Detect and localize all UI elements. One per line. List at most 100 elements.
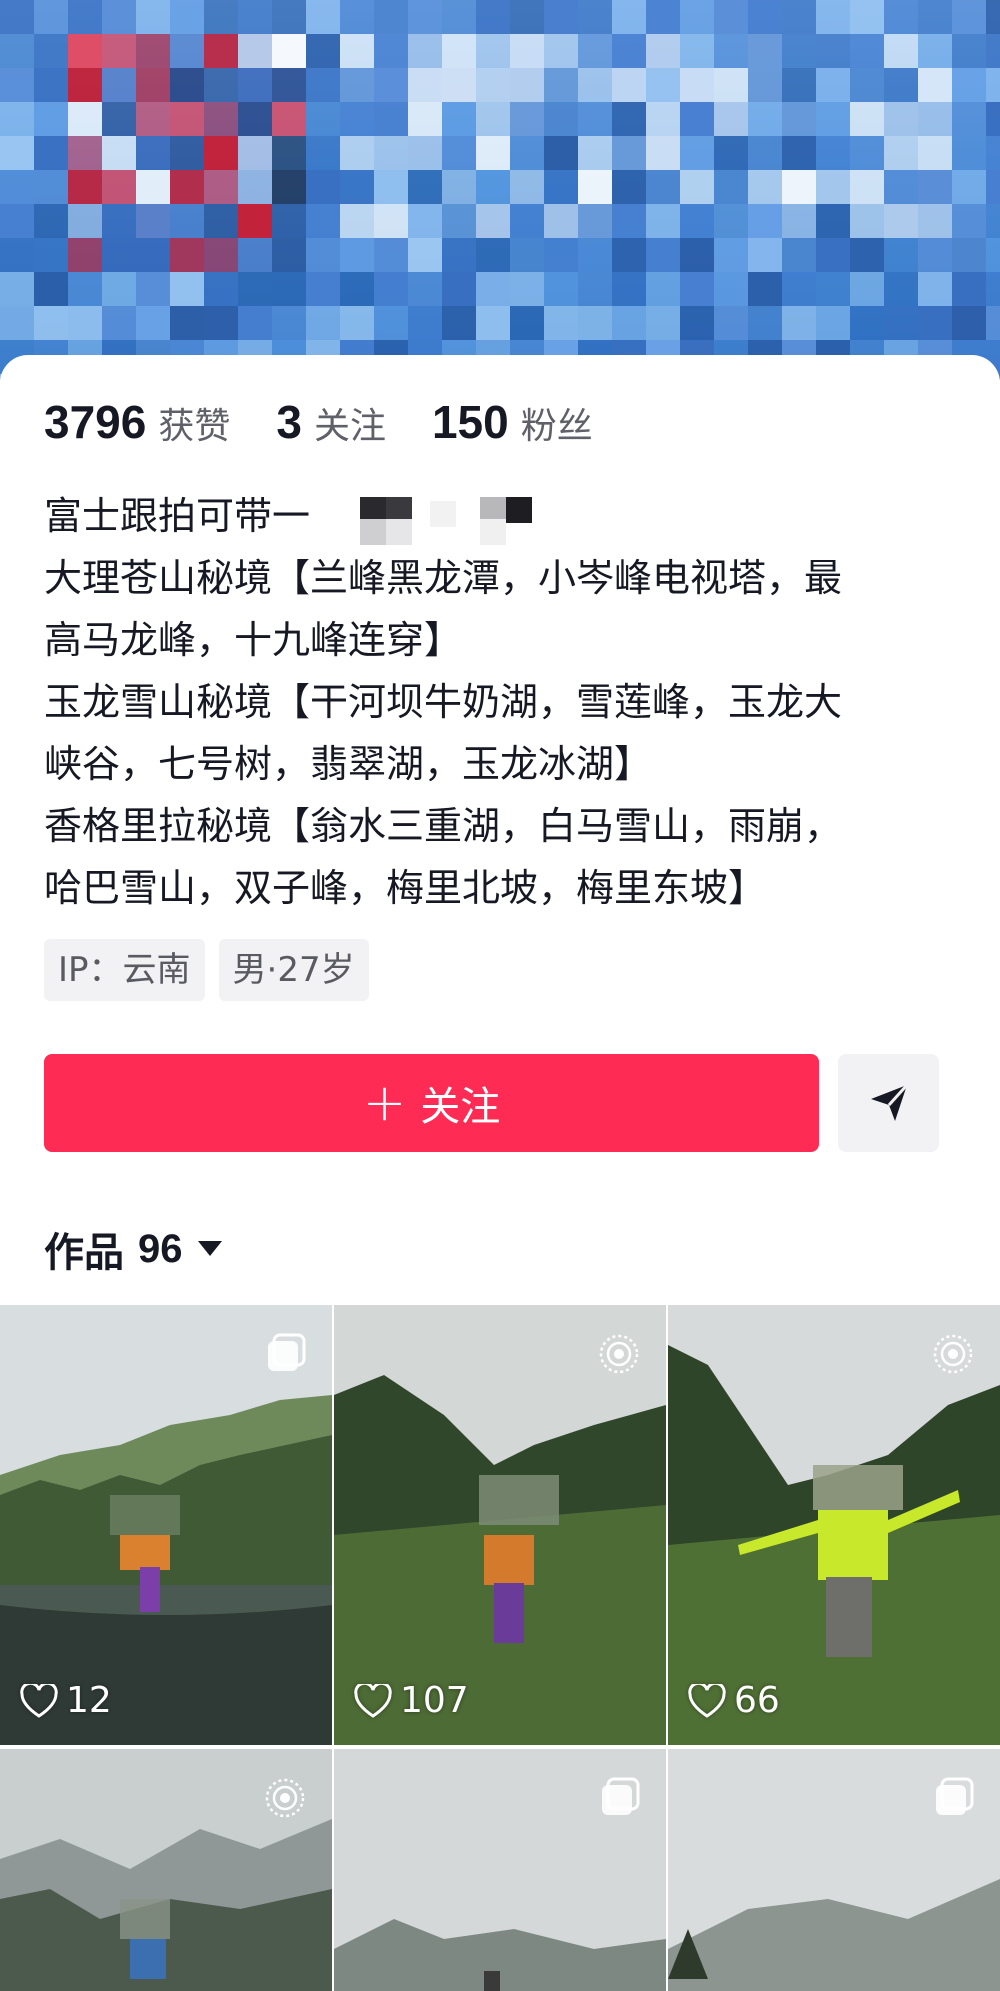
mosaic-pixel bbox=[34, 238, 68, 272]
mosaic-pixel bbox=[714, 306, 748, 340]
mosaic-pixel bbox=[204, 306, 238, 340]
mosaic-pixel bbox=[136, 68, 170, 102]
mosaic-pixel bbox=[170, 272, 204, 306]
mosaic-pixel bbox=[238, 136, 272, 170]
mosaic-pixel bbox=[850, 272, 884, 306]
mosaic-pixel bbox=[340, 170, 374, 204]
work-tile[interactable] bbox=[334, 1749, 666, 1991]
mosaic-pixel bbox=[612, 102, 646, 136]
mosaic-pixel bbox=[238, 102, 272, 136]
send-icon bbox=[870, 1083, 908, 1121]
mosaic-pixel bbox=[136, 102, 170, 136]
mosaic-pixel bbox=[204, 0, 238, 34]
mosaic-pixel bbox=[34, 0, 68, 34]
mosaic-pixel bbox=[578, 68, 612, 102]
mosaic-pixel bbox=[204, 238, 238, 272]
mosaic-pixel bbox=[442, 136, 476, 170]
work-tile[interactable]: 66 bbox=[668, 1305, 1000, 1745]
mosaic-pixel bbox=[0, 238, 34, 272]
mosaic-pixel bbox=[612, 34, 646, 68]
mosaic-pixel bbox=[408, 170, 442, 204]
mosaic-pixel bbox=[884, 68, 918, 102]
mosaic-pixel bbox=[816, 34, 850, 68]
mosaic-pixel bbox=[680, 136, 714, 170]
stat-following[interactable]: 3 关注 bbox=[276, 395, 386, 449]
mosaic-pixel bbox=[544, 272, 578, 306]
mosaic-pixel bbox=[782, 238, 816, 272]
mosaic-pixel bbox=[306, 272, 340, 306]
mosaic-pixel bbox=[612, 272, 646, 306]
mosaic-pixel bbox=[510, 34, 544, 68]
follow-button[interactable]: + 关注 bbox=[44, 1054, 819, 1152]
mosaic-pixel bbox=[102, 68, 136, 102]
mosaic-pixel bbox=[374, 136, 408, 170]
mosaic-pixel bbox=[646, 34, 680, 68]
mosaic-pixel bbox=[544, 68, 578, 102]
mosaic-pixel bbox=[918, 204, 952, 238]
work-tile[interactable] bbox=[0, 1749, 332, 1991]
profile-stats: 3796 获赞 3 关注 150 粉丝 bbox=[44, 395, 639, 449]
mosaic-pixel bbox=[238, 34, 272, 68]
like-count-value: 12 bbox=[66, 1680, 112, 1721]
mosaic-pixel bbox=[782, 204, 816, 238]
work-tile[interactable]: 12 bbox=[0, 1305, 332, 1745]
stat-likes[interactable]: 3796 获赞 bbox=[44, 395, 230, 449]
mosaic-pixel bbox=[884, 0, 918, 34]
mosaic-pixel bbox=[306, 0, 340, 34]
mosaic-pixel bbox=[578, 272, 612, 306]
mosaic-pixel bbox=[986, 0, 1000, 34]
mosaic-pixel bbox=[952, 170, 986, 204]
mosaic-pixel bbox=[884, 204, 918, 238]
mosaic-pixel bbox=[748, 204, 782, 238]
mosaic-pixel bbox=[204, 136, 238, 170]
mosaic-pixel bbox=[374, 272, 408, 306]
send-message-button[interactable] bbox=[838, 1054, 939, 1152]
mosaic-pixel bbox=[170, 68, 204, 102]
mosaic-pixel bbox=[680, 0, 714, 34]
multi-image-icon bbox=[602, 1777, 640, 1815]
works-tab[interactable]: 作品 96 bbox=[44, 1220, 223, 1278]
mosaic-pixel bbox=[986, 68, 1000, 102]
mosaic-pixel bbox=[782, 170, 816, 204]
heart-icon bbox=[354, 1683, 392, 1718]
mosaic-pixel bbox=[816, 306, 850, 340]
mosaic-pixel bbox=[408, 306, 442, 340]
mosaic-pixel bbox=[782, 306, 816, 340]
mosaic-pixel bbox=[748, 170, 782, 204]
mosaic-pixel bbox=[374, 238, 408, 272]
mosaic-pixel bbox=[952, 136, 986, 170]
bio-line: 富士跟拍可带一 bbox=[44, 485, 964, 547]
mosaic-pixel bbox=[102, 0, 136, 34]
mosaic-pixel bbox=[714, 136, 748, 170]
mosaic-pixel bbox=[714, 170, 748, 204]
mosaic-pixel bbox=[170, 306, 204, 340]
mosaic-pixel bbox=[510, 238, 544, 272]
mosaic-pixel bbox=[544, 204, 578, 238]
work-tile[interactable] bbox=[668, 1749, 1000, 1991]
mosaic-pixel bbox=[918, 0, 952, 34]
mosaic-pixel bbox=[374, 204, 408, 238]
mosaic-pixel bbox=[476, 136, 510, 170]
mosaic-pixel bbox=[578, 0, 612, 34]
gender-age-tag: 男·27岁 bbox=[218, 939, 369, 1001]
mosaic-pixel bbox=[680, 272, 714, 306]
bio-line: 哈巴雪山，双子峰，梅里北坡，梅里东坡】 bbox=[44, 866, 767, 910]
mosaic-pixel bbox=[986, 238, 1000, 272]
mosaic-pixel bbox=[714, 272, 748, 306]
mosaic-pixel bbox=[306, 68, 340, 102]
mosaic-pixel bbox=[510, 136, 544, 170]
mosaic-pixel bbox=[510, 306, 544, 340]
mosaic-pixel bbox=[204, 272, 238, 306]
bio-line: 峡谷，七号树，翡翠湖，玉龙冰湖】 bbox=[44, 742, 653, 786]
mosaic-pixel bbox=[748, 34, 782, 68]
mosaic-pixel bbox=[442, 170, 476, 204]
mosaic-pixel bbox=[34, 102, 68, 136]
mosaic-pixel bbox=[510, 68, 544, 102]
stat-followers[interactable]: 150 粉丝 bbox=[432, 395, 593, 449]
mosaic-pixel bbox=[544, 306, 578, 340]
mosaic-pixel bbox=[918, 170, 952, 204]
mosaic-pixel bbox=[476, 68, 510, 102]
live-photo-icon bbox=[599, 1334, 639, 1374]
work-tile[interactable]: 107 bbox=[334, 1305, 666, 1745]
mosaic-pixel bbox=[442, 0, 476, 34]
